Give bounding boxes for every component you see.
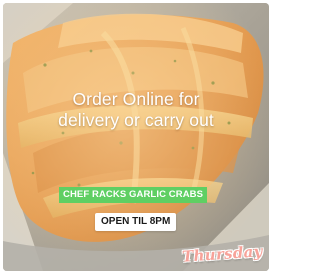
order-online-headline: Order Online for delivery or carry out — [3, 89, 269, 131]
headline-line-2: delivery or carry out — [58, 110, 214, 130]
story-frame: Order Online for delivery or carry out C… — [0, 0, 272, 274]
open-hours-sticker: OPEN TIL 8PM — [95, 213, 177, 231]
food-photo: Order Online for delivery or carry out C… — [3, 3, 269, 271]
headline-line-1: Order Online for — [72, 89, 200, 109]
garlic-crabs-sticker: CHEF RACKS GARLIC CRABS — [59, 187, 208, 203]
